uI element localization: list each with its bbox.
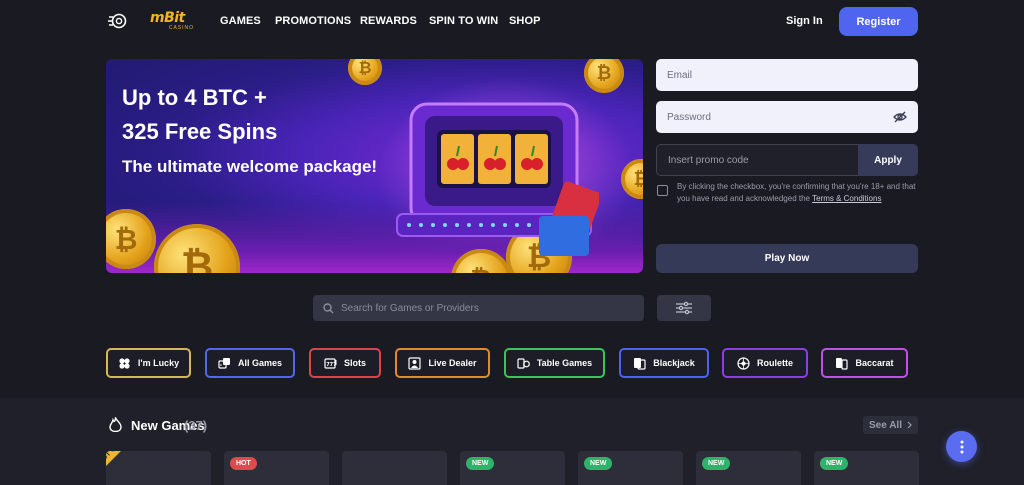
register-button[interactable]: Register <box>839 7 918 36</box>
see-all-label: See All <box>869 419 902 431</box>
see-all-button[interactable]: See All <box>863 416 918 434</box>
promo-code-field[interactable]: Insert promo code <box>656 144 859 176</box>
sliders-icon <box>676 301 692 315</box>
password-field[interactable]: Password <box>656 101 918 133</box>
terms-link[interactable]: Terms & Conditions <box>812 194 881 203</box>
category-slots[interactable]: 777 Slots <box>309 348 381 378</box>
game-card[interactable]: NEW <box>814 451 919 485</box>
playing-cards-icon <box>634 357 646 370</box>
category-label: Blackjack <box>653 358 695 368</box>
sign-in-link[interactable]: Sign In <box>786 15 823 27</box>
category-label: Roulette <box>757 358 793 368</box>
dealer-icon <box>408 356 422 370</box>
category-all-games[interactable]: All Games <box>205 348 295 378</box>
category-label: Slots <box>343 358 366 368</box>
slot-machine-illustration <box>396 102 599 256</box>
hot-badge: HOT <box>230 457 257 470</box>
search-input[interactable]: Search for Games or Providers <box>313 295 644 321</box>
chevron-right-icon <box>907 421 912 429</box>
search-placeholder: Search for Games or Providers <box>341 302 479 314</box>
nav-shop[interactable]: SHOP <box>509 15 541 27</box>
category-label: Baccarat <box>855 358 894 368</box>
new-badge: NEW <box>702 457 731 470</box>
svg-text:777: 777 <box>326 362 337 368</box>
slot-machine-icon: 777 <box>324 357 337 369</box>
welcome-banner[interactable]: ₿ ₿ ₿ ₿ ₿ ₿ ₿ Up to 4 BTC + 325 Free Spi… <box>106 59 643 273</box>
game-card[interactable]: NEW <box>696 451 801 485</box>
play-now-button[interactable]: Play Now <box>656 244 918 273</box>
banner-title-line1: Up to 4 BTC + <box>122 85 267 110</box>
roulette-icon <box>737 356 750 370</box>
game-card[interactable]: SLOT OF THE WEEK <box>106 451 211 485</box>
new-badge: NEW <box>820 457 849 470</box>
clover-icon <box>119 357 130 369</box>
category-label: Live Dealer <box>428 358 477 368</box>
cards-chips-icon <box>517 357 530 369</box>
site-logo[interactable]: mBit CASINO <box>150 11 196 33</box>
banner-title: Up to 4 BTC + 325 Free Spins <box>122 81 277 149</box>
game-card[interactable]: HOT <box>224 451 329 485</box>
banner-title-line2: 325 Free Spins <box>122 119 278 144</box>
banner-subtitle: The ultimate welcome package! <box>122 157 378 176</box>
category-blackjack[interactable]: Blackjack <box>619 348 709 378</box>
terms-checkbox[interactable] <box>657 185 668 196</box>
filter-button[interactable] <box>657 295 711 321</box>
section-count: (37) <box>184 418 208 433</box>
category-roulette[interactable]: Roulette <box>722 348 808 378</box>
category-im-lucky[interactable]: I'm Lucky <box>106 348 191 378</box>
new-badge: NEW <box>584 457 613 470</box>
apply-button[interactable]: Apply <box>858 144 918 176</box>
category-baccarat[interactable]: Baccarat <box>821 348 908 378</box>
slot-of-the-week-ribbon: SLOT OF THE WEEK <box>106 451 151 471</box>
game-card[interactable]: NEW <box>578 451 683 485</box>
category-label: All Games <box>237 358 283 368</box>
category-label: Table Games <box>536 358 593 368</box>
logo-text: mBit <box>150 10 185 26</box>
nav-rewards[interactable]: REWARDS <box>360 15 417 27</box>
new-badge: NEW <box>466 457 495 470</box>
category-label: I'm Lucky <box>137 358 180 368</box>
email-field[interactable]: Email <box>656 59 918 91</box>
more-options-button[interactable] <box>946 431 977 462</box>
dice-icon <box>218 357 230 369</box>
search-icon <box>323 302 334 313</box>
nav-promotions[interactable]: PROMOTIONS <box>275 15 351 27</box>
flame-icon <box>109 417 122 432</box>
kebab-menu-icon <box>960 440 963 453</box>
baccarat-icon <box>836 357 849 370</box>
nav-spin-to-win[interactable]: SPIN TO WIN <box>429 15 498 27</box>
cashier-icon[interactable] <box>108 12 128 30</box>
category-live-dealer[interactable]: Live Dealer <box>395 348 490 378</box>
nav-games[interactable]: GAMES <box>220 15 261 27</box>
eye-slash-icon[interactable] <box>893 111 907 123</box>
game-card[interactable] <box>342 451 447 485</box>
top-header: mBit CASINO GAMES PROMOTIONS REWARDS SPI… <box>0 0 1024 44</box>
category-table-games[interactable]: Table Games <box>504 348 605 378</box>
game-card[interactable]: NEW <box>460 451 565 485</box>
terms-text: By clicking the checkbox, you're confirm… <box>677 181 922 205</box>
